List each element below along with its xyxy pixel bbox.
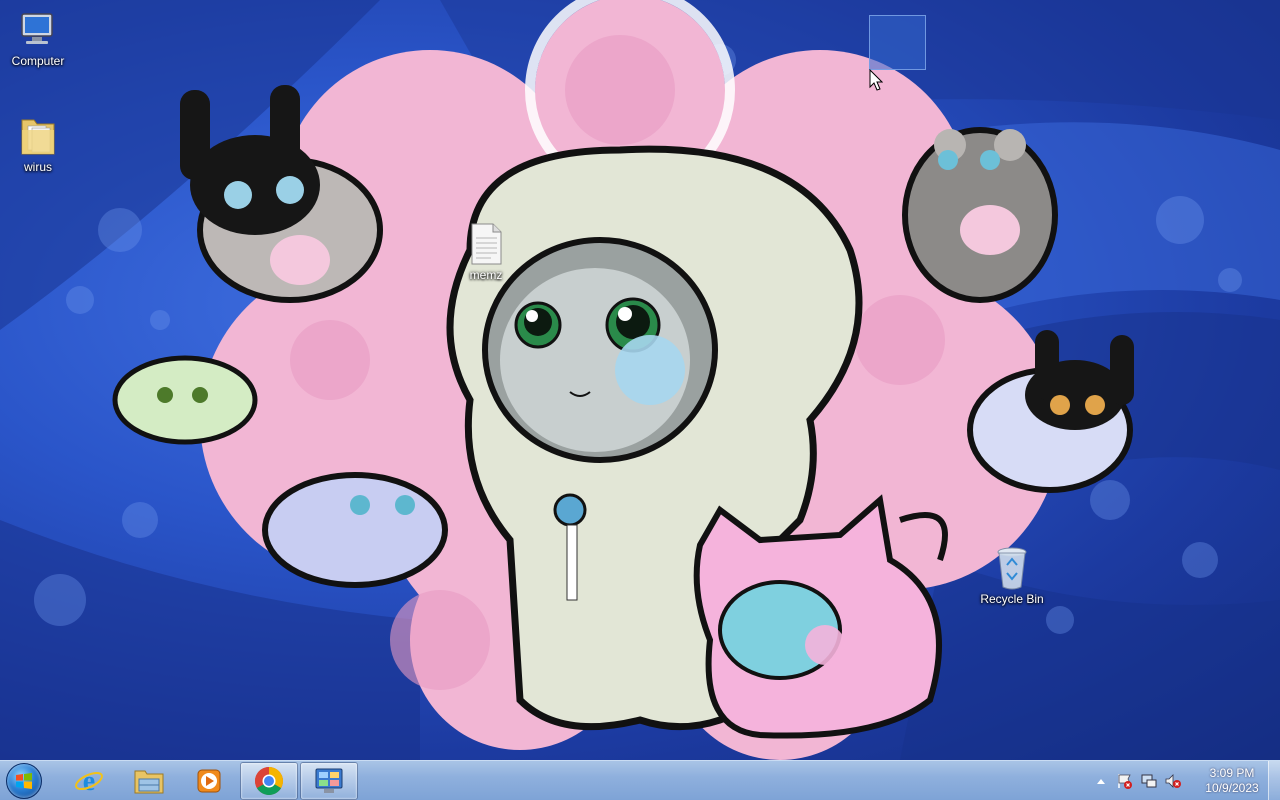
- desktop-icon-computer[interactable]: Computer: [0, 8, 76, 68]
- green-mouse-character-illustration: [112, 355, 258, 445]
- show-hidden-icons-arrow-icon[interactable]: [1092, 772, 1110, 790]
- taskbar-control-panel-button[interactable]: [300, 761, 358, 800]
- desktop-icon-recycle-bin[interactable]: Recycle Bin: [974, 546, 1050, 606]
- mouse-pointer-icon: [869, 69, 883, 91]
- svg-text:e: e: [83, 766, 95, 796]
- taskbar-windows-explorer-button[interactable]: [120, 762, 178, 800]
- desktop-icon-memz[interactable]: memz: [448, 222, 524, 282]
- folder-library-icon: [134, 770, 164, 793]
- desktop-icon-label: wirus: [23, 160, 52, 174]
- internet-explorer-icon: e: [75, 766, 103, 796]
- clock-date: 10/9/2023: [1205, 781, 1259, 795]
- recycle-bin-icon: [988, 546, 1036, 590]
- blue-bear-character-illustration: [262, 472, 448, 588]
- system-clock[interactable]: 3:09 PM 10/9/2023: [1198, 766, 1266, 796]
- computer-icon: [14, 8, 62, 52]
- taskbar: e 3:09 PM 10/9/2023: [0, 760, 1280, 800]
- taskbar-media-player-button[interactable]: [180, 762, 238, 800]
- network-icon[interactable]: [1140, 772, 1158, 790]
- desktop-icon-wirus[interactable]: wirus: [0, 114, 76, 174]
- notification-area: 3:09 PM 10/9/2023: [1092, 761, 1266, 800]
- gray-bear-character-illustration: [902, 127, 1058, 303]
- desktop-icon-label: Recycle Bin: [980, 592, 1044, 606]
- folder-icon: [14, 114, 62, 158]
- action-center-flag-icon[interactable]: [1116, 772, 1134, 790]
- windows-logo-icon: [6, 762, 42, 799]
- chrome-icon: [255, 766, 283, 795]
- text-file-icon: [462, 222, 510, 266]
- control-panel-icon: [315, 768, 343, 793]
- volume-muted-icon[interactable]: [1164, 772, 1182, 790]
- clock-time: 3:09 PM: [1209, 766, 1255, 780]
- drag-selection-rectangle: [869, 15, 926, 70]
- desktop-wallpaper: [0, 0, 1280, 760]
- media-player-icon: [197, 769, 221, 792]
- taskbar-google-chrome-button[interactable]: [240, 761, 298, 800]
- taskbar-internet-explorer-button[interactable]: e: [60, 762, 118, 800]
- desktop-icon-label: memz: [469, 268, 503, 282]
- start-button[interactable]: [0, 761, 48, 800]
- desktop-icon-label: Computer: [11, 54, 65, 68]
- show-desktop-button[interactable]: [1268, 761, 1280, 800]
